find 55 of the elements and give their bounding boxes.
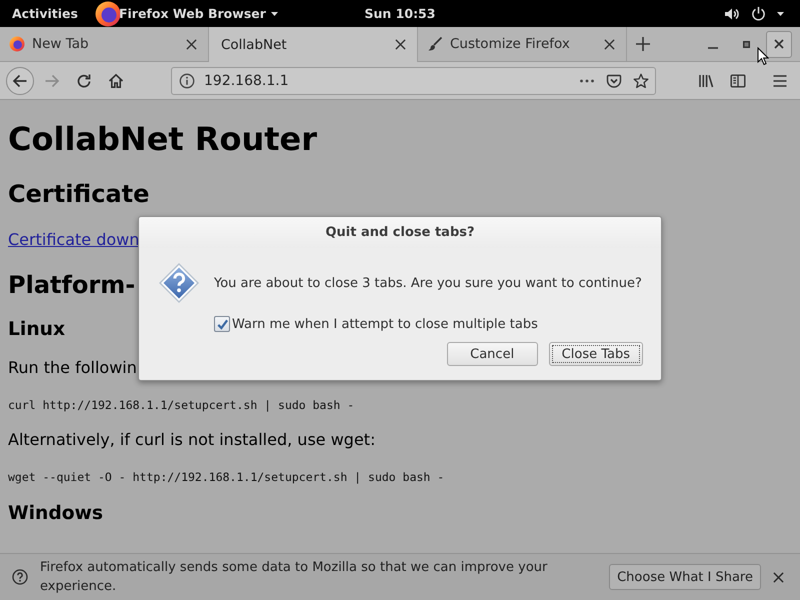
activities-button[interactable]: Activities bbox=[12, 6, 78, 21]
mouse-cursor-icon bbox=[757, 47, 769, 66]
pocket-icon[interactable] bbox=[606, 72, 622, 88]
info-icon[interactable] bbox=[179, 72, 195, 88]
browser-logo-icon bbox=[9, 36, 25, 52]
checkbox-label[interactable]: Warn me when I attempt to close multiple tabs bbox=[232, 316, 538, 332]
page-heading: CollabNet Router bbox=[8, 121, 318, 158]
close-icon bbox=[774, 39, 784, 49]
close-icon bbox=[604, 38, 614, 50]
tab[interactable]: Customize Firefox bbox=[418, 27, 627, 61]
subsection-heading: Windows bbox=[8, 503, 104, 525]
home-icon bbox=[108, 72, 124, 88]
close-icon bbox=[186, 38, 196, 50]
clock[interactable]: Sun 10:53 bbox=[364, 6, 436, 21]
brush-icon bbox=[427, 36, 443, 52]
close-window-button[interactable] bbox=[766, 30, 792, 58]
back-arrow-icon bbox=[12, 72, 28, 88]
tab[interactable]: CollabNet bbox=[209, 27, 418, 62]
code-line: curl http://192.168.1.1/setupcert.sh | sudo bash - bbox=[8, 398, 354, 412]
menu-icon bbox=[772, 72, 788, 88]
reload-icon bbox=[76, 72, 92, 88]
code-line: wget --quiet -O - http://192.168.1.1/setupcert.sh | sudo bash - bbox=[8, 470, 444, 484]
cancel-button[interactable]: Cancel bbox=[446, 342, 538, 366]
paragraph: Alternatively, if curl is not installed, use wget: bbox=[8, 430, 376, 448]
confirm-button[interactable]: Close Tabs bbox=[548, 342, 643, 366]
back-button[interactable] bbox=[6, 66, 34, 94]
section-heading: Certificate bbox=[8, 180, 150, 208]
maximize-icon bbox=[742, 40, 750, 48]
minimize-icon bbox=[708, 47, 718, 49]
library-icon bbox=[698, 72, 714, 88]
caret-icon bbox=[270, 12, 278, 16]
help-icon bbox=[12, 569, 28, 585]
app-logo-icon bbox=[94, 0, 121, 26]
app-menu[interactable]: Firefox Web Browser bbox=[118, 6, 278, 21]
caret-icon[interactable] bbox=[777, 12, 784, 16]
choose-button[interactable]: Choose What I Share bbox=[609, 564, 761, 590]
sidebar-icon bbox=[730, 72, 746, 88]
volume-icon[interactable] bbox=[724, 6, 740, 20]
subsection-heading: Linux bbox=[8, 318, 66, 340]
text-link[interactable]: Certificate down bbox=[8, 230, 140, 249]
power-icon[interactable] bbox=[751, 6, 766, 21]
forward-arrow-icon bbox=[44, 72, 60, 88]
plus-icon bbox=[635, 36, 651, 52]
notification-message: Firefox automatically sends some data to Mozilla so that we can improve your experience. bbox=[40, 559, 548, 596]
star-icon[interactable] bbox=[633, 72, 649, 88]
dialog-message: You are about to close 3 tabs. Are you sure you want to continue? bbox=[214, 276, 642, 290]
question-icon bbox=[158, 262, 200, 304]
close-icon bbox=[394, 39, 406, 50]
close-icon bbox=[772, 572, 784, 582]
section-heading: Platform- bbox=[8, 271, 136, 299]
more-icon[interactable] bbox=[579, 78, 595, 82]
dialog-title: Quit and close tabs? bbox=[139, 217, 661, 248]
checkbox[interactable] bbox=[214, 316, 230, 332]
address-field[interactable]: 192.168.1.1 bbox=[171, 66, 656, 94]
paragraph: Run the followin bbox=[8, 358, 137, 377]
